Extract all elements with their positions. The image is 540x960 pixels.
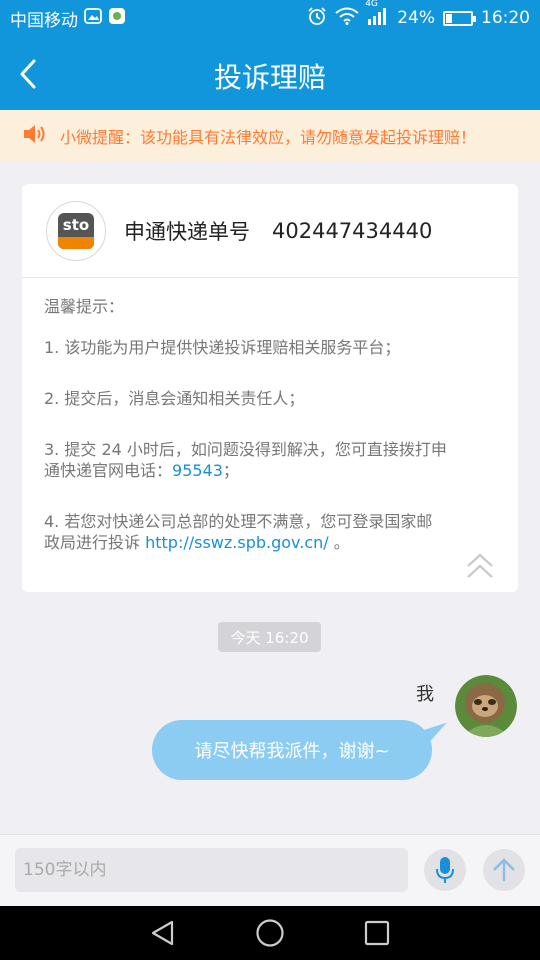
nav-back-button[interactable] [143, 913, 183, 953]
tip-item: 2. 提交后，消息会通知相关责任人； [44, 389, 305, 408]
message-timestamp: 今天 16:20 [218, 622, 321, 652]
network-type: 4G [365, 0, 378, 9]
circle-home-icon [256, 919, 284, 947]
message-input-bar [0, 834, 540, 906]
page-title: 投诉理赔 [213, 61, 326, 94]
tip-item-post-bureau: 4. 若您对快递公司总部的处理不满意，您可登录国家邮 政局进行投诉 http:/… [44, 511, 494, 553]
tip-text: 。 [328, 533, 350, 552]
logo-text: sto [62, 215, 90, 234]
status-bar: 中国移动 4G 24% 16:20 [0, 0, 540, 36]
battery-icon [443, 10, 476, 26]
sto-logo-icon: sto [58, 212, 94, 249]
clock-time: 16:20 [481, 8, 530, 28]
tracking-number: 402447434440 [272, 218, 433, 243]
tip-item: 1. 该功能为用户提供快递投诉理赔相关服务平台； [44, 338, 401, 357]
post-bureau-link[interactable]: http://sswz.spb.gov.cn/ [145, 533, 329, 552]
tip-text: 3. 提交 24 小时后，如问题没得到解决，您可直接拨打申 [44, 440, 447, 459]
hotline-phone-link[interactable]: 95543 [172, 461, 223, 480]
tip-item-hotline: 3. 提交 24 小时后，如问题没得到解决，您可直接拨打申 通快递官网电话：95… [44, 439, 494, 481]
avatar[interactable] [455, 675, 517, 737]
tips-title: 温馨提示： [44, 297, 125, 316]
double-chevron-up-icon [467, 553, 493, 578]
send-button[interactable] [483, 849, 525, 891]
system-nav-bar [0, 906, 540, 960]
gallery-icon [84, 7, 102, 30]
triangle-back-icon [152, 920, 174, 946]
tracking-header: sto 申通快递单号 402447434440 [22, 184, 518, 278]
speaker-icon [22, 123, 48, 149]
app-header: 投诉理赔 [0, 36, 540, 110]
legal-notice-banner: 小微提醒：该功能具有法律效应，请勿随意发起投诉理赔！ [0, 110, 540, 162]
arrow-up-icon [493, 858, 515, 881]
carrier-logo: sto [46, 200, 106, 261]
tips-section: 温馨提示： 1. 该功能为用户提供快递投诉理赔相关服务平台； 2. 提交后，消息… [22, 278, 518, 553]
notice-text: 小微提醒：该功能具有法律效应，请勿随意发起投诉理赔！ [60, 128, 477, 147]
nav-recents-button[interactable] [357, 913, 397, 953]
tip-text: 4. 若您对快递公司总部的处理不满意，您可登录国家邮 [44, 512, 433, 531]
nav-home-button[interactable] [250, 913, 290, 953]
carrier-name: 中国移动 [10, 10, 78, 31]
collapse-button[interactable] [464, 552, 496, 582]
message-input[interactable] [15, 848, 408, 892]
carrier-label: 申通快递单号 [124, 219, 250, 244]
tip-text: ； [222, 461, 239, 480]
square-recents-icon [364, 920, 389, 946]
voice-input-button[interactable] [424, 849, 466, 891]
alarm-icon [307, 6, 327, 31]
cellular-signal-icon: 4G [365, 0, 389, 30]
complaint-info-card: sto 申通快递单号 402447434440 温馨提示： 1. 该功能为用户提… [22, 184, 518, 592]
microphone-icon [436, 857, 454, 883]
tip-text: 政局进行投诉 [44, 533, 146, 552]
sender-name: 我 [416, 684, 434, 705]
battery-percent: 24% [397, 8, 435, 28]
wifi-icon [335, 7, 359, 30]
message-bubble[interactable]: 请尽快帮我派件，谢谢~ [152, 720, 432, 780]
tip-text: 通快递官网电话： [44, 461, 173, 480]
app-notification-icon [108, 7, 126, 30]
sloth-avatar-icon [455, 675, 517, 737]
